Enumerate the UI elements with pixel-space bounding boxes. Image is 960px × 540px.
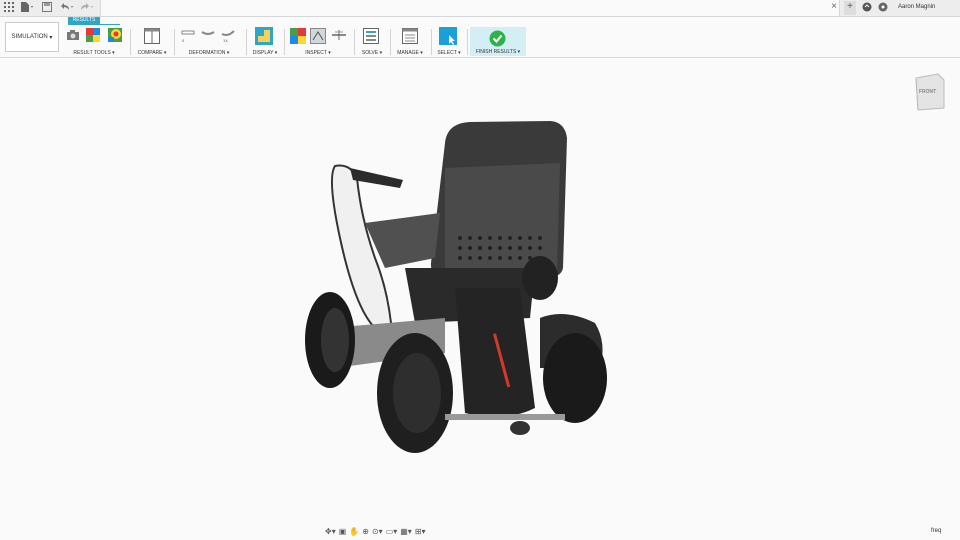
display-label: DISPLAY bbox=[252, 50, 274, 56]
inspect-menu[interactable]: INSPECT ▾ bbox=[288, 50, 348, 56]
viewports-icon[interactable]: ⊞▾ bbox=[415, 527, 426, 536]
zoom-icon[interactable]: ⊕ bbox=[362, 527, 369, 536]
divider bbox=[130, 29, 131, 55]
title-bar: × + Aaron Magnin bbox=[0, 0, 960, 17]
divider bbox=[354, 29, 355, 55]
finish-results-label: FINISH RESULTS bbox=[475, 49, 517, 55]
manage-label: MANAGE bbox=[397, 50, 419, 56]
divider bbox=[467, 29, 468, 55]
select-label: SELECT bbox=[437, 50, 457, 56]
finish-results-menu[interactable]: FINISH RESULTS ▾ bbox=[470, 49, 526, 55]
result-tools-menu[interactable]: RESULT TOOLS ▾ bbox=[64, 50, 124, 56]
display-group: DISPLAY ▾ bbox=[250, 26, 280, 56]
section-analysis-icon[interactable] bbox=[332, 28, 346, 42]
file-icon[interactable] bbox=[20, 2, 34, 16]
wheelchair-model[interactable] bbox=[295, 118, 615, 458]
display-icon[interactable] bbox=[255, 27, 273, 45]
tab-results[interactable]: RESULTS bbox=[68, 17, 100, 24]
pan-icon[interactable]: ✋ bbox=[349, 527, 359, 536]
deformation-label: DEFORMATION bbox=[188, 50, 226, 56]
manage-menu[interactable]: MANAGE ▾ bbox=[393, 50, 427, 56]
compare-menu[interactable]: COMPARE ▾ bbox=[134, 50, 170, 56]
surface-probe-icon[interactable] bbox=[310, 28, 326, 44]
compare-group: COMPARE ▾ bbox=[134, 26, 170, 56]
deformation-menu[interactable]: DEFORMATION ▾ bbox=[178, 50, 240, 56]
probe-icon[interactable] bbox=[290, 28, 306, 44]
display-settings-icon[interactable]: ▭▾ bbox=[386, 527, 398, 536]
deformation-group: 0 1X DEFORMATION ▾ bbox=[178, 26, 240, 56]
workspace-switcher[interactable]: SIMULATION ▾ bbox=[5, 22, 59, 52]
solve-group: SOLVE ▾ bbox=[358, 26, 386, 56]
deformation-scale-1x: 1X bbox=[223, 38, 228, 43]
job-status-icon[interactable] bbox=[862, 2, 872, 15]
divider bbox=[174, 29, 175, 55]
result-legend-icon[interactable] bbox=[86, 28, 100, 42]
grid-icon[interactable] bbox=[4, 2, 14, 16]
divider bbox=[390, 29, 391, 55]
view-cube[interactable]: FRONT bbox=[912, 70, 945, 111]
orbit-icon[interactable]: ✥▾ bbox=[325, 527, 336, 536]
freq-label: freq bbox=[931, 528, 942, 534]
redo-icon[interactable] bbox=[80, 2, 96, 16]
fit-icon[interactable]: ⊙▾ bbox=[372, 527, 383, 536]
result-tools-group: RESULT TOOLS ▾ bbox=[64, 26, 124, 56]
compare-label: COMPARE bbox=[137, 50, 163, 56]
result-tools-label: RESULT TOOLS bbox=[73, 50, 111, 56]
contour-plot-icon[interactable] bbox=[108, 28, 122, 42]
deformation-scale-0: 0 bbox=[182, 38, 185, 43]
finish-results-button[interactable]: FINISH RESULTS ▾ bbox=[470, 27, 526, 56]
select-menu[interactable]: SELECT ▾ bbox=[434, 50, 464, 56]
save-icon[interactable] bbox=[42, 2, 52, 16]
viewcube-face-label: FRONT bbox=[919, 89, 937, 95]
active-tab-underline bbox=[68, 24, 120, 25]
inspect-label: INSPECT bbox=[305, 50, 327, 56]
deformation-adjusted-icon[interactable] bbox=[201, 28, 215, 42]
select-cursor-icon[interactable] bbox=[439, 27, 457, 45]
new-tab-button[interactable]: + bbox=[844, 1, 856, 15]
inspect-group: INSPECT ▾ bbox=[288, 26, 348, 56]
workspace-label: SIMULATION bbox=[11, 34, 48, 40]
notification-icon[interactable] bbox=[878, 2, 888, 15]
divider bbox=[431, 29, 432, 55]
grid-settings-icon[interactable]: ▦▾ bbox=[400, 527, 412, 536]
select-group: SELECT ▾ bbox=[434, 26, 464, 56]
divider bbox=[246, 29, 247, 55]
user-name[interactable]: Aaron Magnin bbox=[898, 4, 935, 10]
document-tab[interactable]: × bbox=[100, 0, 840, 16]
close-icon[interactable]: × bbox=[831, 1, 837, 12]
undo-icon[interactable] bbox=[60, 2, 76, 16]
display-menu[interactable]: DISPLAY ▾ bbox=[250, 50, 280, 56]
solve-label: SOLVE bbox=[361, 50, 379, 56]
camera-icon[interactable] bbox=[66, 28, 80, 42]
chevron-down-icon: ▾ bbox=[47, 34, 53, 41]
compare-icon[interactable] bbox=[144, 28, 160, 44]
manage-group: MANAGE ▾ bbox=[393, 26, 427, 56]
solve-icon[interactable] bbox=[363, 28, 379, 44]
manage-icon[interactable] bbox=[402, 28, 418, 44]
divider bbox=[284, 29, 285, 55]
solve-menu[interactable]: SOLVE ▾ bbox=[358, 50, 386, 56]
look-at-icon[interactable]: ▣ bbox=[339, 527, 347, 536]
navigation-bar: ✥▾ ▣ ✋ ⊕ ⊙▾ ▭▾ ▦▾ ⊞▾ bbox=[325, 525, 450, 537]
